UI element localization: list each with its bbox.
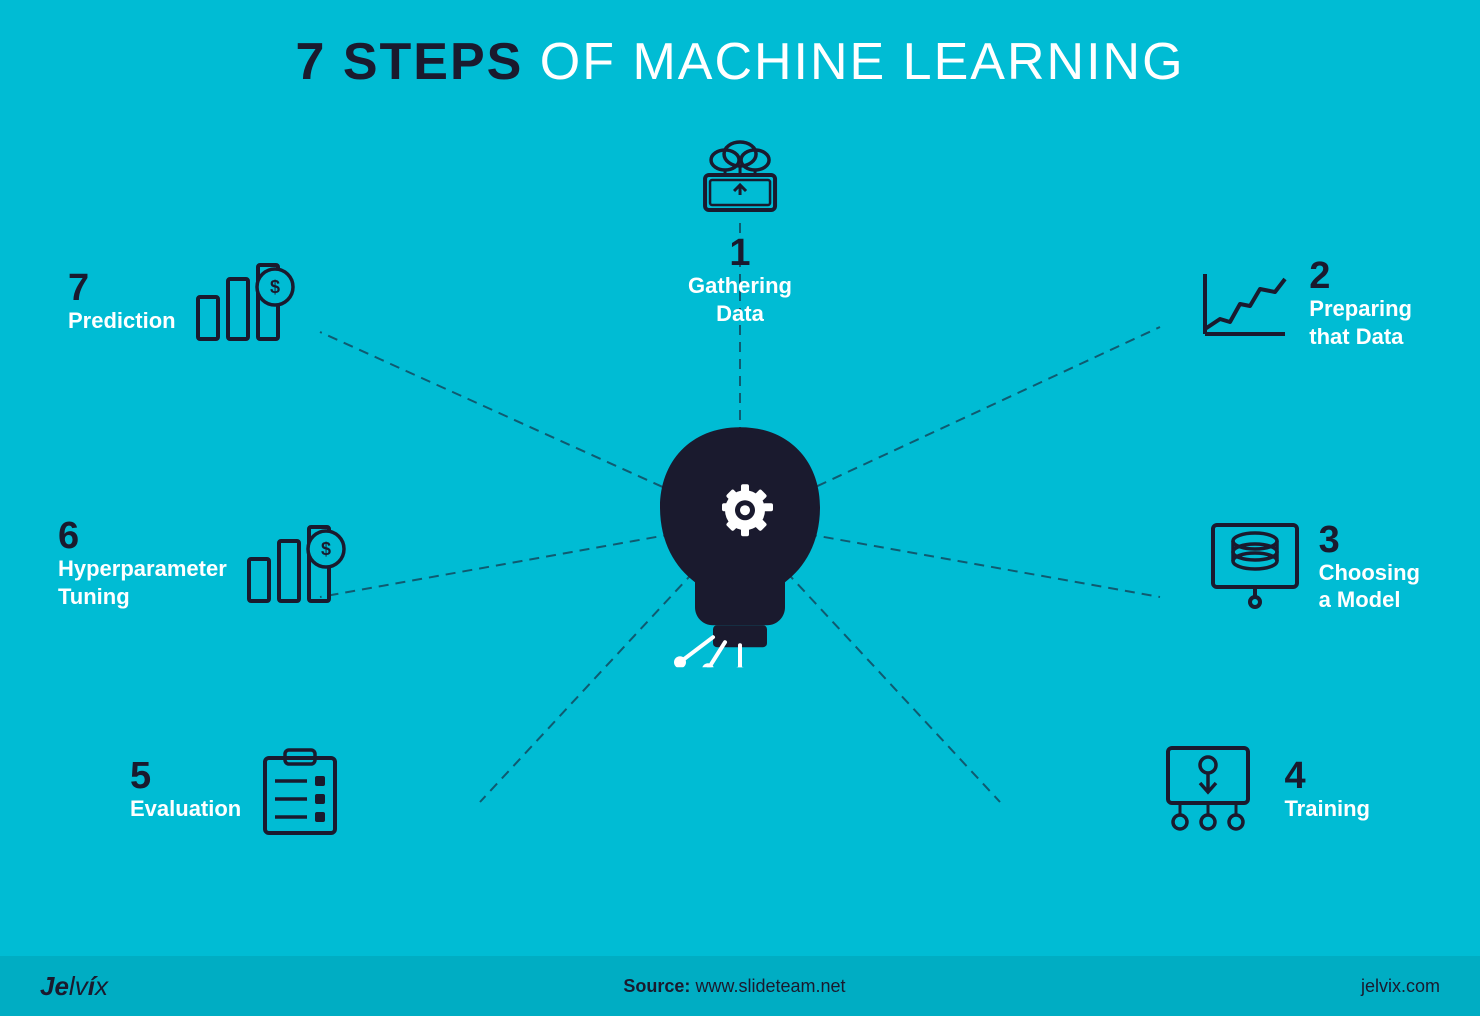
- step-2-item: 2 Preparingthat Data: [1195, 257, 1412, 350]
- svg-text:$: $: [321, 539, 331, 559]
- title-bold: 7 STEPS: [295, 33, 523, 91]
- step-6-icon: $: [241, 519, 351, 609]
- main-diagram: 1 GatheringData 2 Preparingthat Data: [0, 102, 1480, 962]
- footer-source-url: www.slideteam.net: [695, 976, 845, 996]
- footer-logo: Jelvíx: [40, 971, 108, 1002]
- center-brain-icon: [630, 407, 850, 667]
- step-3-item: 3 Choosinga Model: [1205, 517, 1420, 617]
- step-6-name: HyperparameterTuning: [58, 555, 227, 610]
- step-7-item: 7 Prediction $: [68, 257, 300, 347]
- footer-source: Source: www.slideteam.net: [623, 976, 845, 997]
- step-5-item: 5 Evaluation: [130, 740, 345, 840]
- step-6-label: 6 HyperparameterTuning: [58, 517, 227, 610]
- footer-source-label: Source:: [623, 976, 690, 996]
- step-7-label: 7 Prediction: [68, 269, 176, 335]
- step-3-label: 3 Choosinga Model: [1319, 521, 1420, 614]
- step-3-icon: [1205, 517, 1305, 617]
- step-1-number: 1: [688, 234, 792, 272]
- step-1-label: 1 GatheringData: [688, 234, 792, 327]
- step-4-name: Training: [1284, 795, 1370, 823]
- footer-right-url: jelvix.com: [1361, 976, 1440, 997]
- step-3-number: 3: [1319, 521, 1420, 559]
- step-7-name: Prediction: [68, 307, 176, 335]
- step-6-number: 6: [58, 517, 227, 555]
- step-6-item: 6 HyperparameterTuning $: [58, 517, 351, 610]
- step-4-icon: [1160, 740, 1270, 840]
- step-7-number: 7: [68, 269, 176, 307]
- step-5-number: 5: [130, 757, 241, 795]
- step-2-label: 2 Preparingthat Data: [1309, 257, 1412, 350]
- step-4-item: 4 Training: [1160, 740, 1370, 840]
- step-5-label: 5 Evaluation: [130, 757, 241, 823]
- footer: Jelvíx Source: www.slideteam.net jelvix.…: [0, 956, 1480, 1016]
- svg-text:$: $: [270, 277, 280, 297]
- step-2-icon: [1195, 264, 1295, 344]
- step-1-icon: [695, 130, 785, 220]
- step-1-item: 1 GatheringData: [688, 130, 792, 327]
- step-5-name: Evaluation: [130, 795, 241, 823]
- step-4-label: 4 Training: [1284, 757, 1370, 823]
- step-2-name: Preparingthat Data: [1309, 295, 1412, 350]
- step-2-number: 2: [1309, 257, 1412, 295]
- step-1-name: GatheringData: [688, 272, 792, 327]
- step-4-number: 4: [1284, 757, 1370, 795]
- title-light: OF MACHINE LEARNING: [523, 33, 1184, 91]
- step-5-icon: [255, 740, 345, 840]
- step-3-name: Choosinga Model: [1319, 559, 1420, 614]
- step-7-icon: $: [190, 257, 300, 347]
- page-title: 7 STEPS OF MACHINE LEARNING: [0, 0, 1480, 92]
